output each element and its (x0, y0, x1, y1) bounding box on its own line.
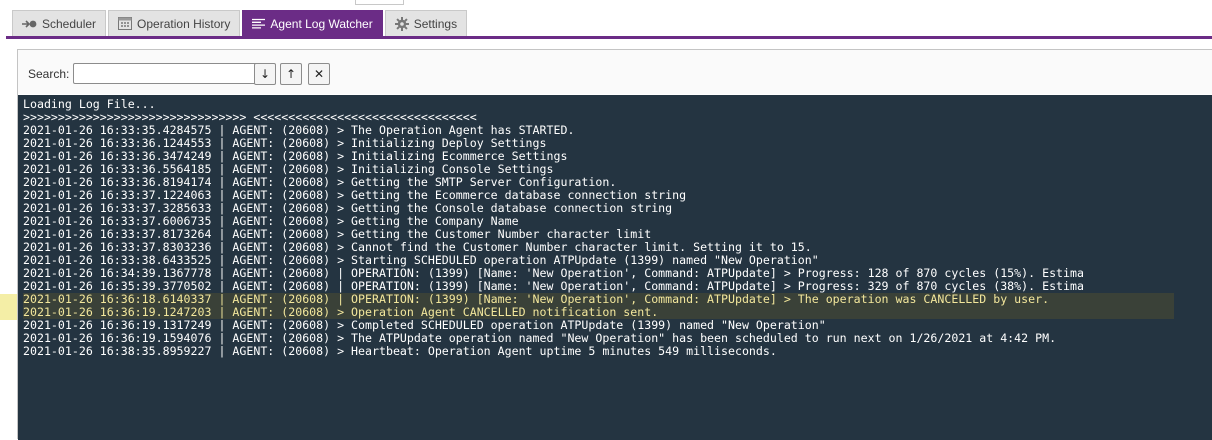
tab-label: Operation History (137, 16, 231, 31)
tab-scheduler[interactable]: Scheduler (12, 10, 107, 36)
tab-operation-history[interactable]: Operation History (108, 10, 241, 36)
arrow-dot-icon (22, 19, 37, 29)
log-watcher-panel: Search: ↓ ↑ ✕ Loading Log File... >>>>>>>… (17, 49, 1212, 440)
highlight-row-marker (0, 294, 17, 320)
gear-icon (394, 16, 409, 31)
search-input[interactable] (73, 63, 257, 84)
log-line: 2021-01-26 16:38:35.8959227 | AGENT: (20… (23, 344, 777, 358)
top-edge-fragment (355, 0, 404, 5)
close-icon: ✕ (313, 67, 325, 81)
calendar-icon (118, 17, 133, 30)
search-label: Search: (28, 67, 70, 81)
tab-label: Scheduler (42, 16, 97, 31)
tab-underline (6, 36, 1212, 39)
arrow-up-icon: ↑ (285, 67, 297, 81)
tab-bar: Scheduler Operation History Agent Log Wa… (12, 10, 469, 36)
log-lines: Loading Log File... >>>>>>>>>>>>>>>>>>>>>… (23, 98, 1174, 358)
search-bar: Search: ↓ ↑ ✕ (18, 50, 1212, 94)
clear-search-button[interactable]: ✕ (308, 63, 330, 85)
tab-label: Agent Log Watcher (270, 16, 373, 31)
find-next-button[interactable]: ↓ (254, 63, 276, 85)
tab-agent-log-watcher[interactable]: Agent Log Watcher (242, 10, 383, 36)
tab-settings[interactable]: Settings (384, 10, 468, 36)
arrow-down-icon: ↓ (259, 67, 271, 81)
log-output[interactable]: Loading Log File... >>>>>>>>>>>>>>>>>>>>>… (18, 95, 1212, 440)
find-previous-button[interactable]: ↑ (280, 63, 302, 85)
list-icon (252, 18, 266, 29)
tab-label: Settings (413, 16, 458, 31)
